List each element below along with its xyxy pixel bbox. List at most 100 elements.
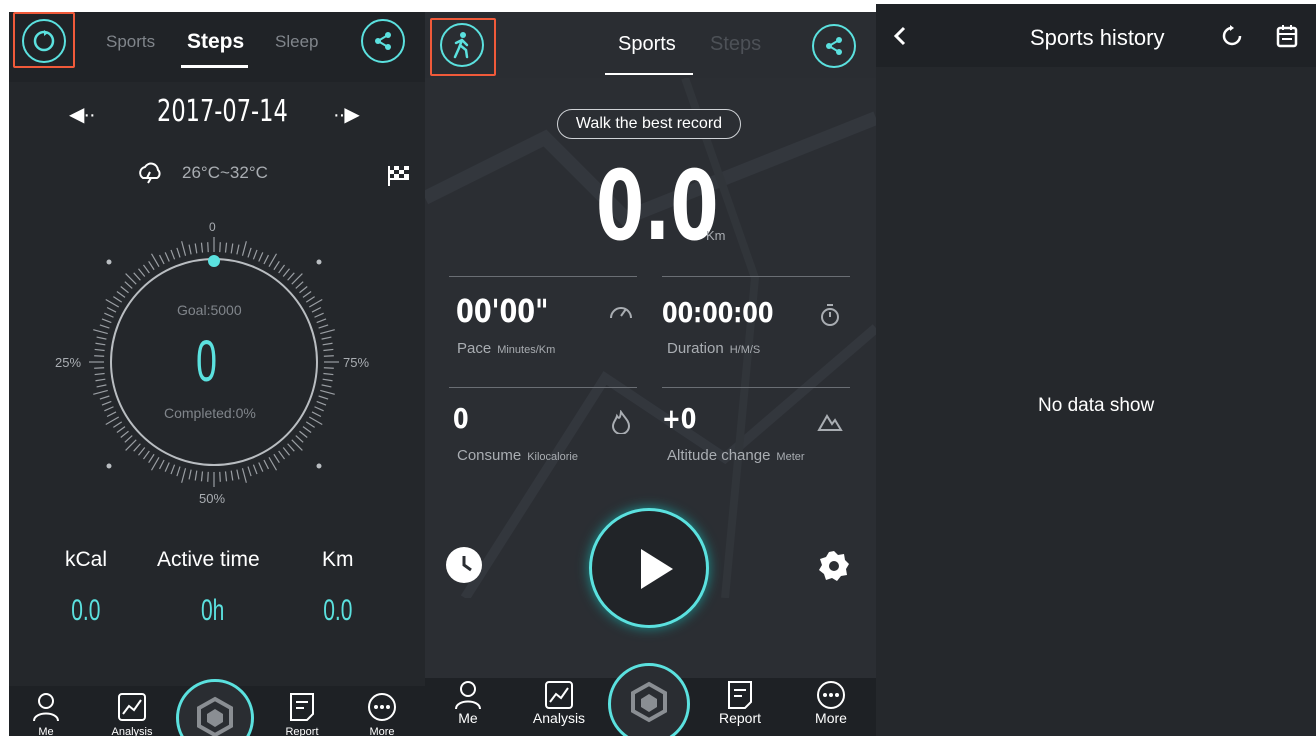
nav-more[interactable]: More: [364, 692, 400, 736]
nav-report[interactable]: Report: [717, 680, 763, 726]
dial-tick: [95, 378, 106, 382]
dial-tick: [164, 462, 170, 472]
cube-logo-icon: [197, 696, 233, 736]
share-icon: [826, 37, 842, 55]
dial-tick: [291, 273, 303, 285]
history-button[interactable]: [446, 547, 482, 583]
dial-tick: [278, 264, 286, 274]
bottom-nav: Me Analysis Report More: [9, 679, 425, 736]
nav-analysis[interactable]: Analysis: [527, 680, 591, 726]
home-center-button[interactable]: [608, 663, 690, 736]
refresh-icon[interactable]: [1220, 24, 1244, 48]
progress-marker: [208, 255, 220, 267]
dial-tick: [170, 249, 176, 260]
dial-tick: [93, 329, 108, 335]
dial-tick: [224, 242, 228, 253]
nav-me[interactable]: Me: [29, 692, 63, 736]
dial-tick: [99, 324, 110, 329]
dial-tick-left: 25%: [55, 355, 82, 370]
dial-tick: [188, 469, 192, 480]
play-icon: [641, 549, 673, 589]
dial-tick: [316, 400, 327, 406]
dial-tick: [247, 247, 252, 258]
dial-tick: [236, 244, 240, 255]
dial-tick: [94, 372, 105, 376]
dial-tick: [224, 471, 228, 482]
best-record-button[interactable]: Walk the best record: [557, 109, 741, 139]
dial-tick: [106, 411, 117, 418]
km-label: Km: [322, 548, 354, 571]
tab-sports[interactable]: Sports: [106, 32, 155, 52]
dial-tick: [305, 296, 315, 303]
nav-me[interactable]: Me: [451, 680, 485, 726]
settings-gear-icon[interactable]: [817, 549, 851, 583]
dial-tick: [299, 430, 308, 438]
dial-tick: [287, 272, 295, 281]
tab-steps[interactable]: Steps: [187, 30, 244, 54]
dial-tick: [125, 273, 137, 285]
altitude-unit: Meter: [776, 451, 805, 463]
tab-sports[interactable]: Sports: [618, 33, 676, 56]
divider: [449, 387, 637, 388]
dial-tick: [200, 471, 204, 482]
dial-tick: [322, 378, 333, 382]
dial-dot: [106, 463, 112, 469]
home-center-button[interactable]: [176, 679, 254, 736]
pace-value: 00'00": [456, 292, 549, 330]
chart-icon: [118, 693, 146, 721]
dial-tick: [258, 462, 264, 472]
dial-dot: [316, 259, 322, 265]
kcal-value: 0.0: [71, 594, 101, 627]
pace-label-row: Pace Minutes/Km: [457, 340, 555, 357]
dial-tick: [323, 367, 334, 369]
dial-tick: [318, 324, 329, 329]
dial-tick: [291, 439, 303, 451]
divider: [449, 276, 637, 277]
goal-flag-icon[interactable]: [387, 164, 413, 188]
dial-tick: [94, 367, 105, 369]
start-button[interactable]: [589, 508, 709, 628]
share-button[interactable]: [361, 19, 405, 63]
calendar-icon[interactable]: [1276, 24, 1298, 48]
tab-sleep[interactable]: Sleep: [275, 32, 318, 52]
activity-type-button[interactable]: [440, 23, 484, 67]
nav-analysis[interactable]: Analysis: [104, 692, 160, 736]
dial-tick: [252, 464, 258, 475]
goal-label: Goal:5000: [177, 302, 242, 318]
dial-tick: [295, 281, 304, 289]
nav-report[interactable]: Report: [279, 692, 325, 736]
dial-tick: [302, 290, 312, 298]
next-date-button[interactable]: ··▶: [333, 102, 360, 127]
dial-tick: [207, 242, 209, 253]
dial-tick: [176, 466, 181, 477]
dial-tick: [273, 261, 280, 271]
nav-analysis-label: Analysis: [111, 726, 153, 736]
person-icon: [33, 693, 59, 722]
duration-label: Duration: [667, 340, 724, 357]
dial-tick: [323, 372, 334, 376]
dial-tick: [252, 249, 258, 260]
dial-tick: [138, 268, 146, 277]
dial-tick: [104, 312, 114, 318]
dial-tick: [287, 443, 295, 452]
dial-tick: [321, 336, 332, 340]
dial-tick: [230, 243, 234, 254]
dial-tick: [125, 439, 137, 451]
dial-tick: [94, 355, 105, 357]
nav-more[interactable]: More: [811, 680, 851, 726]
tab-steps[interactable]: Steps: [710, 33, 761, 56]
sync-button[interactable]: [22, 19, 66, 63]
dial-tick: [194, 243, 198, 254]
dial-tick: [124, 435, 133, 443]
dial-tick: [194, 470, 198, 481]
dial-tick: [247, 466, 252, 477]
share-button[interactable]: [812, 24, 856, 68]
dial-tick: [105, 416, 120, 426]
dial-tick: [116, 426, 126, 434]
back-chevron-icon[interactable]: [892, 26, 908, 46]
dial-tick: [96, 384, 107, 388]
pace-unit: Minutes/Km: [497, 344, 556, 356]
prev-date-button[interactable]: ◀··: [69, 102, 96, 127]
dial-dot: [316, 463, 322, 469]
dial-tick: [113, 296, 123, 303]
